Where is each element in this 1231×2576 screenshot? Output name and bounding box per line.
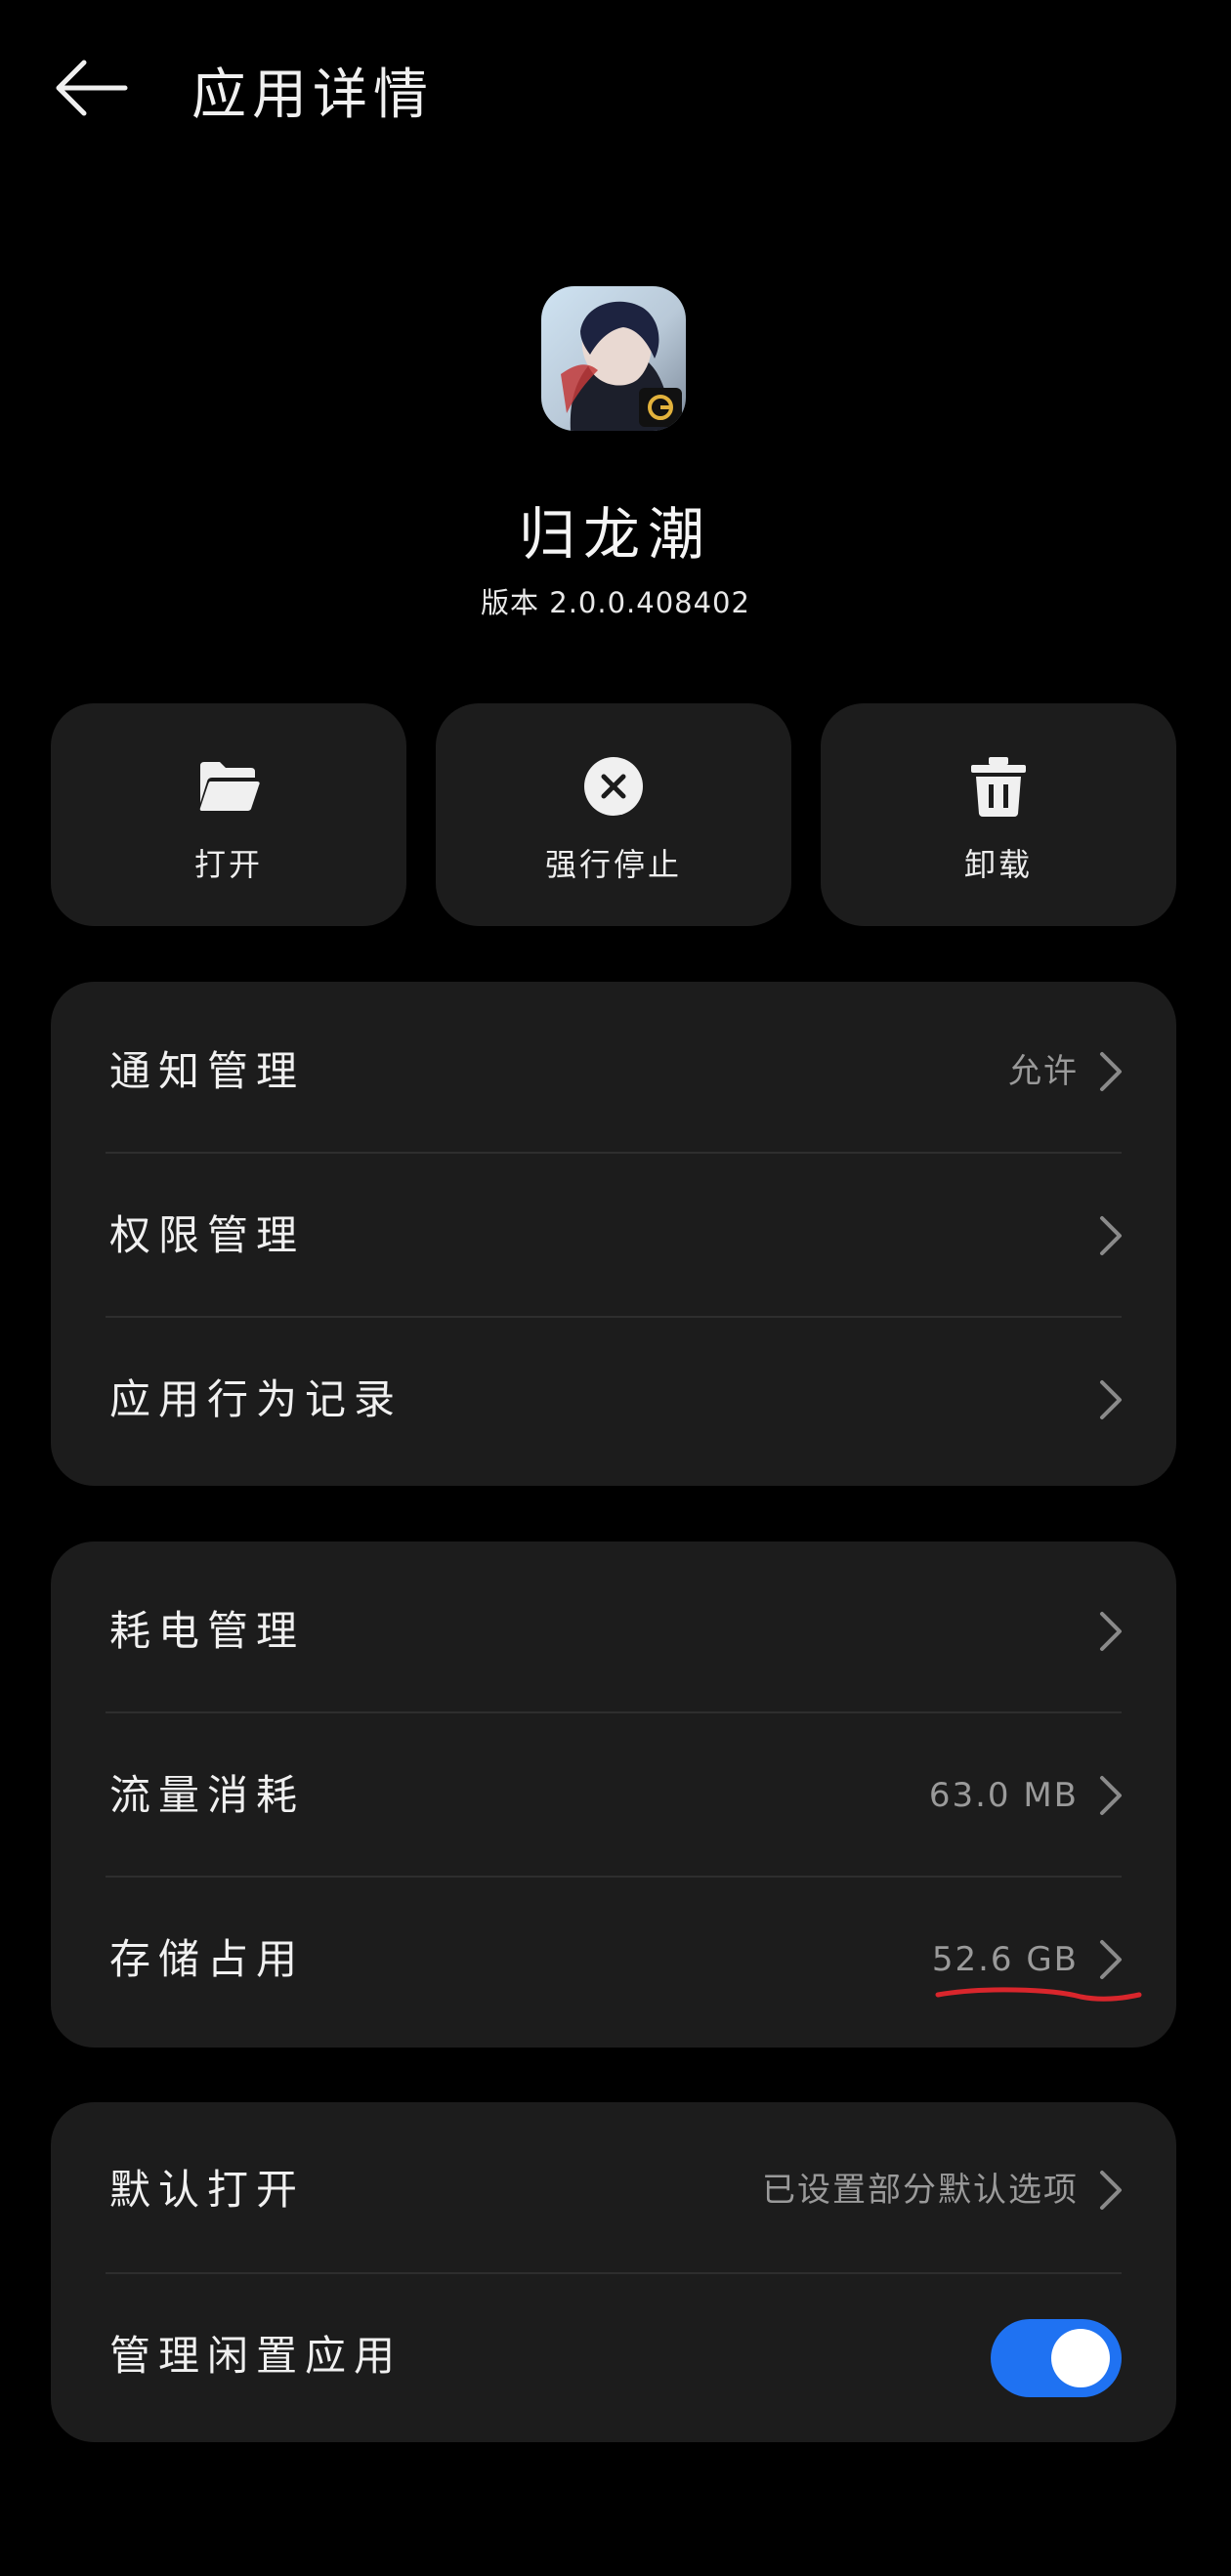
force-stop-button[interactable]: 强行停止 [436,703,791,926]
storage-usage-row[interactable]: 存储占用 52.6 GB [51,1878,1176,2042]
close-circle-icon [584,757,643,816]
arrow-left-icon [56,60,128,116]
default-open-row[interactable]: 默认打开 已设置部分默认选项 [51,2108,1176,2272]
app-name: 归龙潮 [518,501,712,568]
chevron-right-icon [1100,1940,1122,1979]
chevron-right-icon [1100,1216,1122,1255]
row-label: 流量消耗 [109,1771,306,1819]
row-value: 已设置部分默认选项 [762,2171,1079,2210]
app-behavior-log-row[interactable]: 应用行为记录 [51,1318,1176,1482]
row-label: 耗电管理 [109,1607,306,1655]
trash-icon [971,757,1026,817]
settings-group-3: 默认打开 已设置部分默认选项 管理闲置应用 [51,2102,1176,2442]
chevron-right-icon [1100,1776,1122,1815]
app-icon [541,286,686,431]
manage-idle-apps-toggle[interactable] [991,2319,1122,2397]
force-stop-label: 强行停止 [544,846,682,883]
toggle-knob [1051,2329,1110,2387]
chevron-right-icon [1100,1380,1122,1419]
row-value: 允许 [1008,1052,1079,1091]
row-value: 52.6 GB [931,1940,1079,1979]
app-version: 版本 2.0.0.408402 [481,586,750,619]
chevron-right-icon [1100,1612,1122,1651]
row-label: 默认打开 [109,2166,306,2214]
annotation-underline [935,1987,1142,2002]
uninstall-button[interactable]: 卸载 [821,703,1176,926]
folder-open-icon [199,762,260,811]
row-label: 通知管理 [109,1047,306,1095]
row-label: 管理闲置应用 [109,2332,403,2380]
top-bar: 应用详情 [0,0,1231,176]
open-label: 打开 [193,846,263,883]
permission-management-row[interactable]: 权限管理 [51,1154,1176,1318]
notification-management-row[interactable]: 通知管理 允许 [51,990,1176,1154]
back-button[interactable] [51,47,133,129]
battery-management-row[interactable]: 耗电管理 [51,1549,1176,1713]
row-label: 权限管理 [109,1211,306,1259]
row-value: 63.0 MB [928,1776,1079,1815]
settings-group-1: 通知管理 允许 权限管理 应用行为记录 [51,982,1176,1486]
uninstall-label: 卸载 [963,846,1033,883]
row-label: 应用行为记录 [109,1375,403,1423]
page-title: 应用详情 [191,63,434,127]
settings-group-2: 耗电管理 流量消耗 63.0 MB 存储占用 52.6 GB [51,1541,1176,2048]
data-usage-row[interactable]: 流量消耗 63.0 MB [51,1713,1176,1878]
chevron-right-icon [1100,2171,1122,2210]
open-button[interactable]: 打开 [51,703,406,926]
row-label: 存储占用 [109,1935,306,1983]
manage-idle-apps-row: 管理闲置应用 [51,2274,1176,2438]
chevron-right-icon [1100,1052,1122,1091]
